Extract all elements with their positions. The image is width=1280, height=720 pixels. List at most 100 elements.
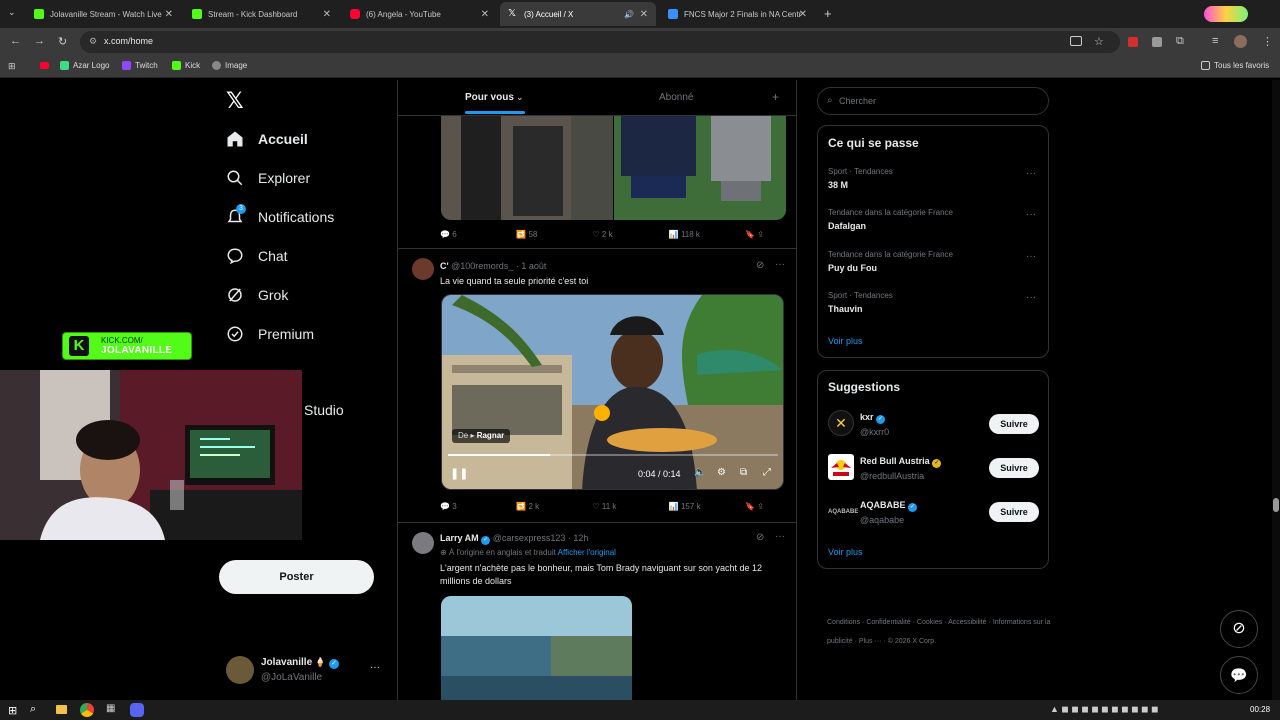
new-tab-icon[interactable]: + (824, 6, 832, 21)
close-tab-icon[interactable]: ✕ (481, 9, 489, 20)
views-button[interactable]: 📊 157 k (669, 502, 745, 511)
search-icon[interactable]: ⌕ (30, 703, 36, 716)
bookmark-image[interactable]: Image (212, 61, 247, 70)
nav-grok[interactable]: Grok (226, 286, 288, 304)
address-bar[interactable] (80, 31, 1120, 53)
nav-premium[interactable]: Premium (226, 325, 314, 343)
site-info-icon[interactable]: ⚙ (89, 36, 97, 47)
trend-item[interactable]: 38 M (828, 180, 848, 190)
nav-chat[interactable]: Chat (226, 247, 288, 265)
youtube-bookmark-icon[interactable] (40, 62, 49, 69)
account-menu-dots-icon[interactable]: ··· (370, 662, 380, 673)
browser-tab-x[interactable]: 𝕏 (3) Accueil / X 🔊 ✕ (500, 2, 656, 26)
tweet2-avatar[interactable] (412, 258, 434, 280)
more-dots-icon[interactable]: ··· (775, 531, 785, 542)
browser-tab-kick-stream[interactable]: Jolavanille Stream - Watch Live ✕ (26, 4, 181, 24)
footer-link[interactable]: Confidentialité (866, 619, 910, 626)
account-name[interactable]: Jolavanille 🍦 ✓ (261, 657, 339, 669)
back-icon[interactable]: ← (10, 35, 21, 47)
like-button[interactable]: ♡ 11 k (593, 502, 669, 511)
video-attribution[interactable]: De ▸ Ragnar (452, 429, 511, 443)
fullscreen-icon[interactable]: ⤢ (763, 467, 771, 478)
footer-link[interactable]: Cookies (917, 619, 942, 626)
clock[interactable]: 00:28 (1250, 705, 1270, 714)
more-dots-icon[interactable]: ··· (775, 259, 785, 270)
extension-icon[interactable] (1128, 37, 1138, 47)
redbull-avatar[interactable] (828, 454, 854, 480)
menu-dots-icon[interactable]: ⋮ (1262, 35, 1273, 48)
tweet1-media[interactable] (441, 116, 786, 220)
suggestion-name[interactable]: Red Bull Austria ✓ (860, 456, 942, 468)
more-dots-icon[interactable]: ··· (1026, 251, 1036, 262)
add-tab-icon[interactable]: + (772, 90, 779, 104)
tweet3-avatar[interactable] (412, 532, 434, 554)
video-progress-track[interactable] (448, 454, 778, 456)
bookmark-icon[interactable]: 🔖 ⇪ (745, 502, 785, 511)
url-text[interactable]: x.com/home (104, 36, 153, 46)
more-dots-icon[interactable]: ··· (1026, 209, 1036, 220)
grok-analyze-icon[interactable]: ⊘ (756, 532, 764, 543)
grok-analyze-icon[interactable]: ⊘ (756, 260, 764, 271)
media-controls-icon[interactable]: ≡ (1212, 35, 1218, 47)
x-logo-icon[interactable]: 𝕏 (226, 88, 244, 114)
follow-button[interactable]: Suivre (989, 414, 1039, 434)
suggestion-name[interactable]: kxr ✓ (860, 412, 886, 424)
retweet-button[interactable]: 🔁 2 k (516, 502, 592, 511)
bookmark-twitch[interactable]: Twitch (122, 61, 158, 70)
post-button[interactable]: Poster (219, 560, 374, 594)
page-scrollbar[interactable] (1272, 80, 1280, 700)
file-explorer-icon[interactable] (56, 705, 67, 714)
pause-icon[interactable]: ❚❚ (450, 467, 468, 480)
bookmark-azar-logo[interactable]: Azar Logo (60, 61, 109, 70)
search-input[interactable]: Chercher (839, 96, 876, 106)
browser-tab-fncs[interactable]: FNCS Major 2 Finals in NA Centr ✕ (660, 4, 815, 24)
nav-studio[interactable]: Studio (260, 402, 344, 418)
footer-link[interactable]: Accessibilité (948, 619, 987, 626)
reply-button[interactable]: 💬 6 (440, 230, 516, 239)
tab-search-icon[interactable]: ⌄ (8, 7, 16, 18)
tab-following[interactable]: Abonné (659, 92, 693, 103)
close-tab-icon[interactable]: ✕ (640, 9, 648, 20)
trend-item[interactable]: Thauvin (828, 304, 863, 314)
forward-icon[interactable]: → (34, 35, 45, 47)
scrollbar-thumb[interactable] (1273, 498, 1279, 512)
see-more-trends-link[interactable]: Voir plus (828, 336, 863, 346)
browser-tab-kick-dashboard[interactable]: Stream - Kick Dashboard ✕ (184, 4, 339, 24)
more-dots-icon[interactable]: ··· (1026, 168, 1036, 179)
reply-button[interactable]: 💬 3 (440, 502, 516, 511)
more-dots-icon[interactable]: ··· (1026, 292, 1036, 303)
chrome-icon[interactable] (80, 703, 94, 717)
volume-icon[interactable]: 🔈 (694, 467, 706, 478)
install-app-icon[interactable] (1070, 36, 1082, 46)
all-bookmarks[interactable]: Tous les favoris (1201, 61, 1269, 70)
terminal-icon[interactable]: ▦ (106, 703, 115, 714)
windows-start-icon[interactable]: ⊞ (8, 704, 17, 717)
tweet2-video-player[interactable]: De ▸ Ragnar ❚❚ 0:04 / 0:14 🔈 ⚙ ⧉ ⤢ (441, 294, 784, 490)
retweet-button[interactable]: 🔁 58 (516, 230, 592, 239)
settings-icon[interactable]: ⚙ (717, 467, 726, 478)
discord-icon[interactable] (130, 703, 144, 717)
messages-float-icon[interactable]: 💬 (1220, 656, 1258, 694)
reload-icon[interactable]: ↻ (58, 35, 67, 48)
grok-float-icon[interactable]: ⊘ (1220, 610, 1258, 648)
aqababe-avatar[interactable]: AQABABE (828, 499, 858, 525)
views-button[interactable]: 📊 118 k (669, 230, 745, 239)
nav-explore[interactable]: Explorer (226, 169, 310, 187)
kxr-avatar[interactable]: ✕ (828, 410, 854, 436)
bookmark-star-icon[interactable]: ☆ (1094, 35, 1104, 48)
footer-more-link[interactable]: Plus ··· (859, 638, 882, 645)
trend-item[interactable]: Dafalgan (828, 221, 866, 231)
close-tab-icon[interactable]: ✕ (165, 9, 173, 20)
close-tab-icon[interactable]: ✕ (799, 9, 807, 20)
account-avatar[interactable] (226, 656, 254, 684)
bookmark-kick[interactable]: Kick (172, 61, 200, 70)
extension-icon[interactable] (1152, 37, 1162, 47)
see-more-suggestions-link[interactable]: Voir plus (828, 547, 863, 557)
profile-avatar-icon[interactable] (1234, 35, 1247, 48)
bookmark-icon[interactable]: 🔖 ⇪ (745, 230, 785, 239)
nav-home[interactable]: Accueil (226, 130, 308, 148)
like-button[interactable]: ♡ 2 k (593, 230, 669, 239)
show-original-link[interactable]: Afficher l'original (558, 548, 616, 557)
extensions-puzzle-icon[interactable]: ⧉ (1176, 35, 1184, 48)
system-tray-icons[interactable]: ▲ ◼ ◼ ◼ ◼ ◼ ◼ ◼ ◼ ◼ ◼ (1050, 704, 1159, 715)
